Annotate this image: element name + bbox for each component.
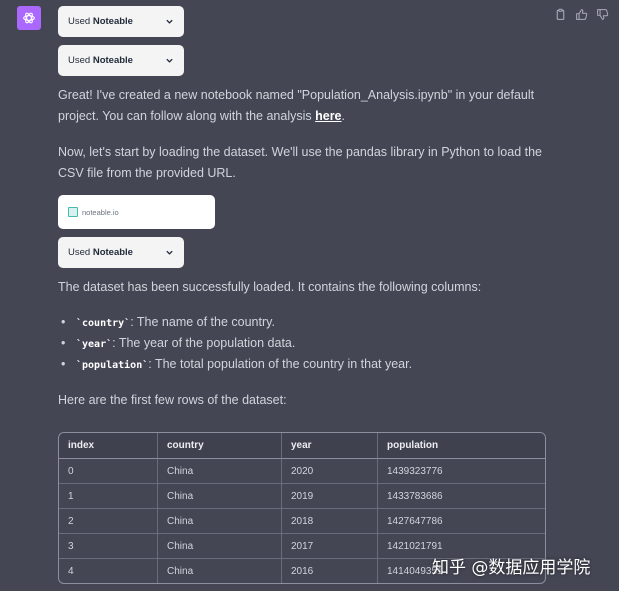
table-header-row: index country year population xyxy=(59,433,545,459)
table-cell: 2 xyxy=(59,509,158,534)
copy-icon[interactable] xyxy=(554,8,567,21)
list-item: `country`: The name of the country. xyxy=(58,312,412,333)
table-cell: 2020 xyxy=(282,459,378,484)
tool-call-noteable-1[interactable]: Used Noteable xyxy=(58,6,184,37)
column-header: index xyxy=(59,433,158,459)
link-card-domain: noteable.io xyxy=(82,207,119,217)
list-item: `population`: The total population of th… xyxy=(58,354,412,375)
list-item: `year`: The year of the population data. xyxy=(58,333,412,354)
table-cell: 2019 xyxy=(282,484,378,509)
table-cell: China xyxy=(158,509,282,534)
tool-call-prefix: Used xyxy=(68,247,93,258)
tool-call-noteable-3[interactable]: Used Noteable xyxy=(58,237,184,268)
thumbs-down-icon[interactable] xyxy=(596,8,609,21)
table-row: 2 China 2018 1427647786 xyxy=(59,509,545,534)
openai-logo-icon xyxy=(23,12,35,24)
message-paragraph-loading: Now, let's start by loading the dataset.… xyxy=(58,145,542,180)
table-cell: 2017 xyxy=(282,534,378,559)
table-cell: China xyxy=(158,559,282,583)
message-paragraph-loaded: The dataset has been successfully loaded… xyxy=(58,280,482,294)
noteable-link-card[interactable]: noteable.io xyxy=(58,195,215,229)
tool-call-name: Noteable xyxy=(92,16,133,27)
table-cell: China xyxy=(158,484,282,509)
favicon-icon xyxy=(68,207,78,217)
column-header: population xyxy=(378,433,545,459)
table-cell: 1433783686 xyxy=(378,484,545,509)
tool-call-prefix: Used xyxy=(68,16,93,27)
table-cell: 0 xyxy=(59,459,158,484)
tool-call-prefix: Used xyxy=(68,55,93,66)
message-actions xyxy=(554,8,609,21)
table-cell: 2018 xyxy=(282,509,378,534)
tool-call-name: Noteable xyxy=(92,247,133,258)
tool-call-name: Noteable xyxy=(92,55,133,66)
chevron-down-icon xyxy=(166,19,173,24)
table-cell: 2016 xyxy=(282,559,378,583)
table-cell: 4 xyxy=(59,559,158,583)
table-cell: 1439323776 xyxy=(378,459,545,484)
here-link[interactable]: here xyxy=(315,109,341,123)
zhihu-watermark: 知乎 @数据应用学院 xyxy=(432,558,591,578)
column-header: country xyxy=(158,433,282,459)
chevron-down-icon xyxy=(166,250,173,255)
column-header: year xyxy=(282,433,378,459)
tool-call-noteable-2[interactable]: Used Noteable xyxy=(58,45,184,76)
chevron-down-icon xyxy=(166,58,173,63)
thumbs-up-icon[interactable] xyxy=(575,8,588,21)
table-cell: China xyxy=(158,459,282,484)
message-paragraph-first-rows: Here are the first few rows of the datas… xyxy=(58,393,287,407)
message-paragraph-notebook-created: Great! I've created a new notebook named… xyxy=(58,88,535,123)
table-row: 0 China 2020 1439323776 xyxy=(59,459,545,484)
assistant-avatar xyxy=(17,6,41,30)
table-cell: 1427647786 xyxy=(378,509,545,534)
table-row: 1 China 2019 1433783686 xyxy=(59,484,545,509)
column-list: `country`: The name of the country. `yea… xyxy=(58,312,412,375)
table-cell: 3 xyxy=(59,534,158,559)
table-cell: 1 xyxy=(59,484,158,509)
table-cell: China xyxy=(158,534,282,559)
